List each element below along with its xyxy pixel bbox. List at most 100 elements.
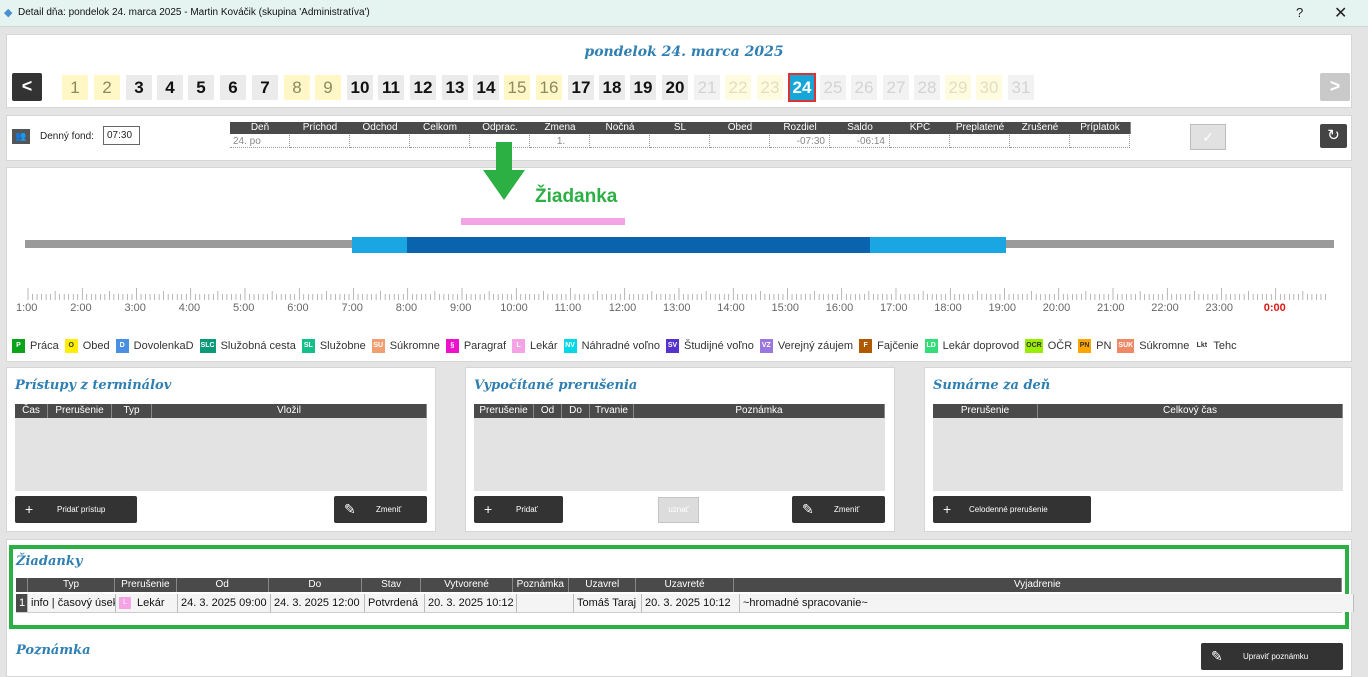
uznat-button[interactable]: uznať <box>658 497 699 523</box>
table-cell-poznamka[interactable] <box>517 594 574 612</box>
day-10[interactable]: 10 <box>347 75 373 100</box>
legend-label: Práca <box>30 340 59 352</box>
legend-swatch: SV <box>666 339 679 353</box>
confirm-button[interactable]: ✓ <box>1190 124 1226 150</box>
day-11[interactable]: 11 <box>378 75 404 100</box>
legend-swatch: § <box>445 339 459 353</box>
legend-item: D DovolenkaD <box>115 339 194 353</box>
next-day-button[interactable]: > <box>1320 73 1350 101</box>
col-header[interactable]: Uzavrel <box>569 578 637 592</box>
day-19[interactable]: 19 <box>630 75 656 100</box>
day-30[interactable]: 30 <box>976 75 1002 100</box>
legend-swatch: D <box>115 339 129 353</box>
table-cell-prer[interactable]: L Lekár <box>116 594 178 612</box>
day-20[interactable]: 20 <box>662 75 688 100</box>
col-header[interactable]: Do <box>562 404 590 418</box>
col-header[interactable]: Prerušenie <box>48 404 112 418</box>
legend-label: Paragraf <box>463 340 507 352</box>
col-header[interactable]: Prerušenie <box>474 404 534 418</box>
legend-swatch: SUK <box>1117 339 1135 353</box>
day-26[interactable]: 26 <box>851 75 877 100</box>
col-header[interactable]: Vložil <box>152 404 427 418</box>
day-15[interactable]: 15 <box>504 75 530 100</box>
day-6[interactable]: 6 <box>220 75 246 100</box>
col-header[interactable]: Trvanie <box>590 404 634 418</box>
refresh-button[interactable]: ↻ <box>1320 124 1347 148</box>
table-cell-uzavrel[interactable]: Tomáš Taraj <box>574 594 642 612</box>
celodenne-button[interactable]: + Celodenné prerušenie <box>933 496 1091 523</box>
summary-col-header: Nočná <box>590 122 651 134</box>
day-28[interactable]: 28 <box>914 75 940 100</box>
col-header[interactable]: Uzavreté <box>636 578 734 592</box>
edit-poznamka-button[interactable]: ✎ Upraviť poznámku <box>1201 643 1343 670</box>
day-7[interactable]: 7 <box>252 75 278 100</box>
pristupy-grid-body[interactable] <box>15 418 427 491</box>
vypocitane-grid-body[interactable] <box>474 418 885 491</box>
day-16[interactable]: 16 <box>536 75 562 100</box>
day-17[interactable]: 17 <box>568 75 594 100</box>
col-header[interactable]: Stav <box>362 578 422 592</box>
col-header[interactable]: Vytvorené <box>421 578 513 592</box>
legend-label: Obed <box>82 340 110 352</box>
day-5[interactable]: 5 <box>188 75 214 100</box>
edit-pristup-button[interactable]: ✎ Zmeniť <box>334 496 427 523</box>
table-cell-uzavrete[interactable]: 20. 3. 2025 10:12 <box>642 594 740 612</box>
col-header[interactable]: Celkový čas <box>1038 404 1343 418</box>
day-14[interactable]: 14 <box>473 75 499 100</box>
day-23[interactable]: 23 <box>757 75 783 100</box>
add-pristup-button[interactable]: + Pridať prístup <box>15 496 137 523</box>
col-header[interactable]: Prerušenie <box>933 404 1038 418</box>
edit-prerusenie-button[interactable]: ✎ Zmeniť <box>792 496 885 523</box>
col-header[interactable]: Do <box>269 578 362 592</box>
sumarne-grid-body[interactable] <box>933 418 1343 491</box>
legend-item: L Lekár <box>512 339 558 353</box>
col-header[interactable]: Od <box>534 404 562 418</box>
ziadanka-bar[interactable] <box>461 218 625 225</box>
prev-day-button[interactable]: < <box>12 73 42 101</box>
users-icon[interactable]: 👥 <box>12 129 30 144</box>
table-cell-do[interactable]: 24. 3. 2025 12:00 <box>271 594 365 612</box>
close-button[interactable]: ✕ <box>1334 3 1347 23</box>
col-header[interactable]: Poznámka <box>513 578 570 592</box>
col-header[interactable]: Od <box>177 578 269 592</box>
day-1[interactable]: 1 <box>62 75 88 100</box>
day-24[interactable]: 24 <box>788 73 816 102</box>
day-2[interactable]: 2 <box>94 75 120 100</box>
table-cell-stav[interactable]: Potvrdená <box>365 594 425 612</box>
help-button[interactable]: ? <box>1296 5 1303 20</box>
col-header[interactable]: Poznámka <box>634 404 885 418</box>
day-29[interactable]: 29 <box>945 75 971 100</box>
table-cell-typ[interactable]: info | časový úsek <box>28 594 116 612</box>
legend-label: Študijné voľno <box>684 340 754 352</box>
table-cell-vytvorene[interactable]: 20. 3. 2025 10:12 <box>425 594 517 612</box>
hour-label: 8:00 <box>395 302 418 314</box>
legend-label: Súkromne <box>389 340 440 352</box>
plus-icon: + <box>25 501 34 517</box>
col-header[interactable]: Typ <box>28 578 116 592</box>
window-titlebar: ◆ Detail dňa: pondelok 24. marca 2025 - … <box>0 0 1368 27</box>
day-4[interactable]: 4 <box>157 75 183 100</box>
lekar-swatch: L <box>119 597 131 610</box>
fond-field[interactable]: 07:30 <box>103 126 140 145</box>
day-3[interactable]: 3 <box>126 75 152 100</box>
day-21[interactable]: 21 <box>694 75 720 100</box>
col-header[interactable]: Čas <box>15 404 48 418</box>
plus-icon: + <box>943 501 952 517</box>
day-25[interactable]: 25 <box>820 75 846 100</box>
day-8[interactable]: 8 <box>284 75 310 100</box>
day-18[interactable]: 18 <box>599 75 625 100</box>
day-31[interactable]: 31 <box>1008 75 1034 100</box>
add-prerusenie-button[interactable]: + Pridať <box>474 496 563 523</box>
timeline-work-segment[interactable] <box>407 237 870 253</box>
day-22[interactable]: 22 <box>725 75 751 100</box>
legend: P Práca O Obed D DovolenkaD SLC Služobná cesta S… <box>12 339 1243 353</box>
table-cell-vyjadrenie[interactable]: ~hromadné spracovanie~ <box>740 594 1354 612</box>
day-12[interactable]: 12 <box>410 75 436 100</box>
col-header[interactable]: Vyjadrenie <box>734 578 1343 592</box>
col-header[interactable]: Prerušenie <box>115 578 177 592</box>
table-cell-od[interactable]: 24. 3. 2025 09:00 <box>178 594 271 612</box>
col-header[interactable]: Typ <box>112 404 152 418</box>
day-9[interactable]: 9 <box>315 75 341 100</box>
day-27[interactable]: 27 <box>883 75 909 100</box>
day-13[interactable]: 13 <box>442 75 468 100</box>
